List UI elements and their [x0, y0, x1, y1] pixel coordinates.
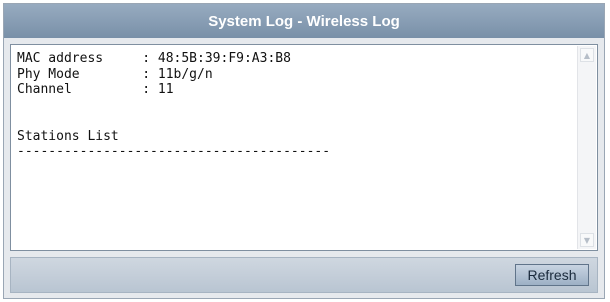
panel-title: System Log - Wireless Log	[208, 12, 400, 30]
log-content: MAC address : 48:5B:39:F9:A3:B8 Phy Mode…	[17, 51, 331, 159]
log-textarea[interactable]: MAC address : 48:5B:39:F9:A3:B8 Phy Mode…	[10, 44, 598, 251]
refresh-button[interactable]: Refresh	[515, 264, 589, 286]
scroll-up-icon[interactable]: ▲	[580, 48, 594, 62]
wireless-log-panel: System Log - Wireless Log MAC address : …	[3, 3, 605, 299]
scroll-down-icon[interactable]: ▼	[580, 233, 594, 247]
vertical-scrollbar[interactable]: ▲ ▼	[577, 46, 596, 249]
panel-header: System Log - Wireless Log	[4, 4, 604, 38]
panel-footer: Refresh	[10, 257, 598, 293]
